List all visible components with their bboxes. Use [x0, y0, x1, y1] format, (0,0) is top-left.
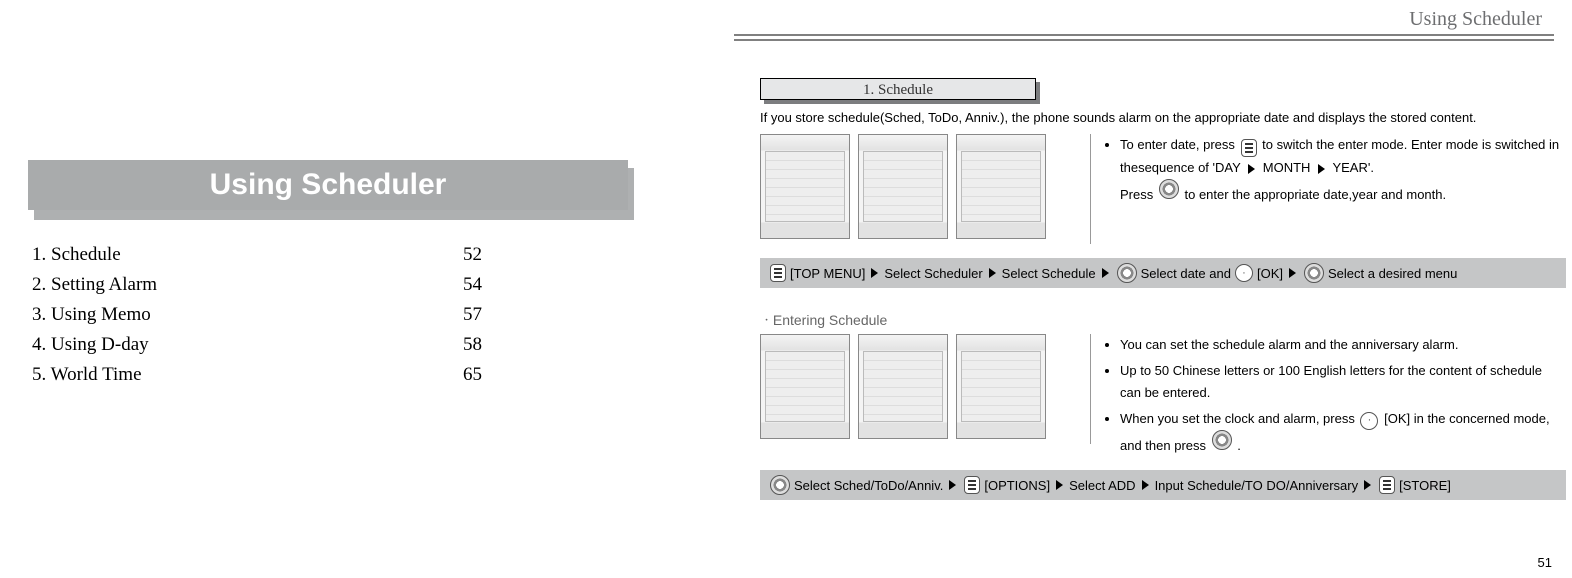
toc-page: 52 [463, 244, 482, 266]
toc-label: 5. World Time [32, 364, 142, 386]
phone-screenshot [858, 334, 948, 439]
text: Press [1120, 187, 1153, 202]
toc-row: 2. Setting Alarm 54 [32, 270, 612, 300]
subheading: ㆍEntering Schedule [760, 310, 887, 330]
rule-line [734, 34, 1554, 36]
bullet-item: Up to 50 Chinese letters or 100 English … [1120, 360, 1564, 404]
step-text: [OK] [1257, 266, 1283, 281]
text: When you set the clock and alarm, press [1120, 411, 1355, 426]
phone-screenshot [956, 334, 1046, 439]
toc-page: 54 [463, 274, 482, 296]
arrow-icon [1102, 268, 1109, 278]
step-text: [STORE] [1399, 478, 1451, 493]
step-text: Select Sched/ToDo/Anniv. [794, 478, 943, 493]
arrow-icon [1056, 480, 1063, 490]
toc-row: 3. Using Memo 57 [32, 300, 612, 330]
toc-row: 1. Schedule 52 [32, 240, 612, 270]
section-tab: 1. Schedule [760, 78, 1040, 102]
arrow-icon [1318, 164, 1325, 174]
header: Using Scheduler [734, 8, 1554, 41]
step-text: [OPTIONS] [984, 478, 1050, 493]
arrow-icon [1364, 480, 1371, 490]
arrow-icon [989, 268, 996, 278]
phone-screenshot [956, 134, 1046, 239]
page-number: 51 [1538, 555, 1552, 570]
toc-row: 5. World Time 65 [32, 360, 612, 390]
toc-label: 2. Setting Alarm [32, 274, 157, 296]
screenshot-row [760, 334, 1046, 439]
toc-label: 1. Schedule [32, 244, 121, 266]
bullet-item: You can set the schedule alarm and the a… [1120, 334, 1564, 356]
text: . [1237, 438, 1241, 453]
nav-key-icon [1304, 263, 1324, 283]
left-title-container: Using Scheduler [28, 160, 648, 220]
tab-label: 1. Schedule [760, 78, 1036, 100]
phone-screenshot [760, 334, 850, 439]
menu-key-icon [1379, 476, 1395, 494]
arrow-icon [871, 268, 878, 278]
ok-key-icon [1360, 412, 1378, 430]
intro-text: If you store schedule(Sched, ToDo, Anniv… [760, 110, 1560, 125]
step-text: Input Schedule/TO DO/Anniversary [1155, 478, 1359, 493]
nav-key-icon [1212, 430, 1232, 450]
bullet-item: When you set the clock and alarm, press … [1120, 408, 1564, 457]
nav-key-icon [1117, 263, 1137, 283]
text: To enter date, press [1120, 137, 1235, 152]
menu-key-icon [770, 264, 786, 282]
toc-page: 65 [463, 364, 482, 386]
page-title: Using Scheduler [28, 160, 628, 210]
header-title: Using Scheduler [1409, 8, 1542, 31]
arrow-icon [1248, 164, 1255, 174]
bullet-block: You can set the schedule alarm and the a… [1104, 334, 1564, 461]
nav-key-icon [1159, 179, 1179, 199]
step-text: Select date and [1141, 266, 1231, 281]
menu-key-icon [1241, 139, 1257, 157]
arrow-icon [1142, 480, 1149, 490]
phone-screenshot [760, 134, 850, 239]
step-text: Select Schedule [1002, 266, 1096, 281]
ok-key-icon [1235, 264, 1253, 282]
text: MONTH [1263, 160, 1311, 175]
separator-line [1090, 334, 1091, 444]
text: YEAR'. [1332, 160, 1374, 175]
bullet-item: To enter date, press to switch the enter… [1120, 134, 1564, 206]
toc-label: 3. Using Memo [32, 304, 151, 326]
toc-page: 58 [463, 334, 482, 356]
rule-line [734, 39, 1554, 41]
toc-row: 4. Using D-day 58 [32, 330, 612, 360]
phone-screenshot [858, 134, 948, 239]
menu-key-icon [964, 476, 980, 494]
separator-line [1090, 134, 1091, 244]
toc: 1. Schedule 52 2. Setting Alarm 54 3. Us… [32, 240, 612, 390]
step-text: [TOP MENU] [790, 266, 865, 281]
sequence-bar: [TOP MENU] Select Scheduler Select Sched… [760, 258, 1566, 288]
bullet-block: To enter date, press to switch the enter… [1104, 134, 1564, 210]
left-page: Using Scheduler 1. Schedule 52 2. Settin… [0, 0, 700, 578]
nav-key-icon [770, 475, 790, 495]
arrow-icon [1289, 268, 1296, 278]
arrow-icon [949, 480, 956, 490]
step-text: Select ADD [1069, 478, 1135, 493]
right-page: Using Scheduler 1. Schedule If you store… [700, 0, 1572, 578]
toc-label: 4. Using D-day [32, 334, 149, 356]
text: to enter the appropriate date,year and m… [1184, 187, 1446, 202]
screenshot-row [760, 134, 1046, 239]
step-text: Select a desired menu [1328, 266, 1457, 281]
step-text: Select Scheduler [884, 266, 982, 281]
toc-page: 57 [463, 304, 482, 326]
sequence-bar: Select Sched/ToDo/Anniv. [OPTIONS] Selec… [760, 470, 1566, 500]
